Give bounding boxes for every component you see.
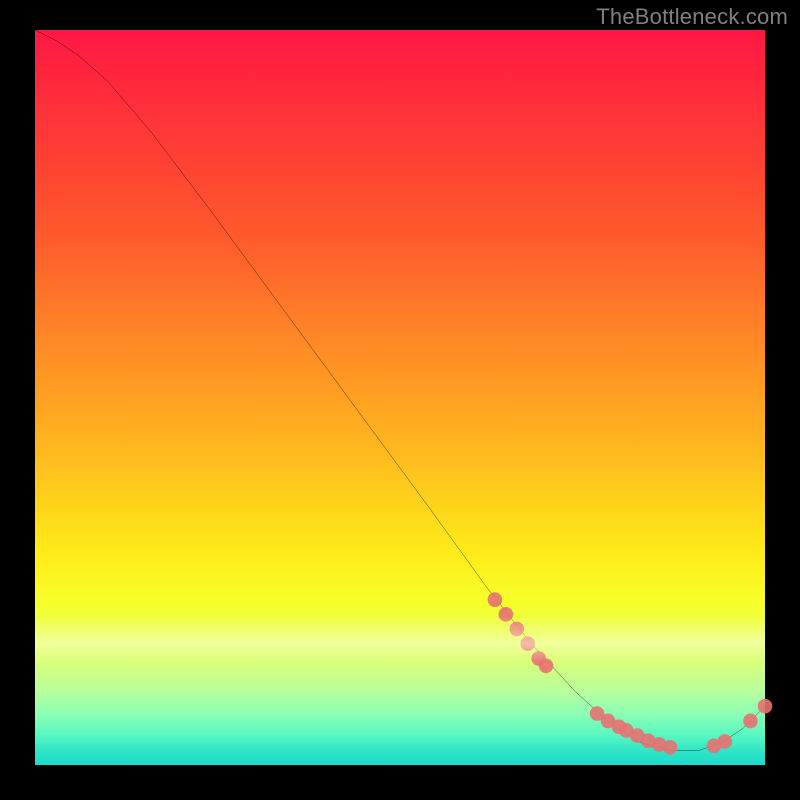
data-point xyxy=(488,592,503,607)
data-point xyxy=(718,734,733,749)
attribution-label: TheBottleneck.com xyxy=(596,4,788,30)
data-point xyxy=(663,740,678,755)
plot-area xyxy=(35,30,765,765)
bottleneck-curve xyxy=(35,30,765,750)
data-point xyxy=(539,658,554,673)
chart-frame: TheBottleneck.com xyxy=(0,0,800,800)
data-point xyxy=(758,699,773,714)
chart-svg xyxy=(35,30,765,765)
marker-group xyxy=(488,592,773,754)
data-point xyxy=(499,607,514,622)
data-point xyxy=(743,714,758,729)
data-point xyxy=(520,636,535,651)
data-point xyxy=(510,622,525,637)
